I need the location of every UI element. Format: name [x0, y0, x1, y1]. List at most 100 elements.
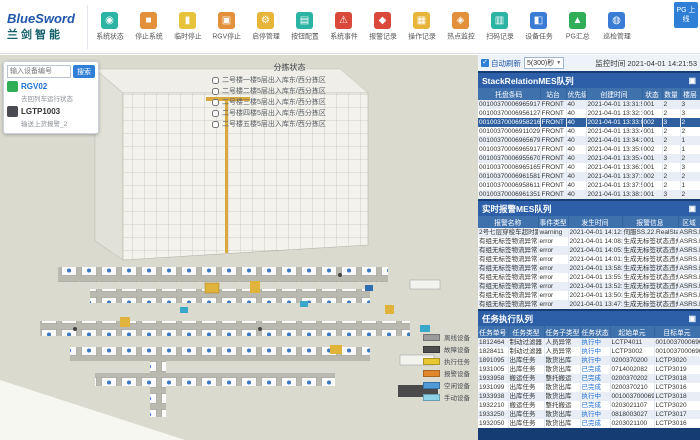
legend-row: 执行任务	[423, 356, 470, 366]
device-item[interactable]: RGV02	[7, 81, 95, 92]
toolbar-button-icon: ▲	[569, 12, 586, 29]
toolbar-button[interactable]: ⚙ 启停管理	[246, 12, 285, 42]
toolbar-button-label: 按钮配置	[291, 31, 319, 40]
table-row[interactable]: 0010037000695861132FRONT 402021-04-01 13…	[478, 181, 700, 190]
toolbar-button[interactable]: ◆ 报警记录	[363, 12, 402, 42]
device-item[interactable]: LGTP1003	[7, 106, 95, 117]
alarm-title-bar[interactable]: 实时报警MES队列 ▣	[478, 201, 700, 216]
table-row[interactable]: 有组无标签物流异常error 2021-04-01 14:05:17生成无标签状…	[478, 246, 700, 255]
table-row[interactable]: 1932050出库任务 散货出库已完成 0203021100LCTP3016	[478, 419, 700, 428]
refresh-interval-select[interactable]: 5(300)秒 ▼	[524, 57, 564, 69]
toolbar-button[interactable]: ▣ RGV停止	[207, 12, 246, 42]
toolbar-button[interactable]: ◍ 巡检管理	[597, 12, 636, 42]
legend-label: 报警设备	[444, 368, 470, 378]
table-row[interactable]: 1931099出库任务 散货出库已完成 0200370210LCTP3016	[478, 383, 700, 392]
stack-relation-title-bar[interactable]: StackRelationMES队列 ▣	[478, 73, 700, 88]
toolbar-button-label: 设备任务	[525, 31, 553, 40]
table-row[interactable]: 0010037000695612747FRONT 402021-04-01 13…	[478, 109, 700, 118]
table-row[interactable]: 1932210搬运任务 整托搬运已完成 0203021107LCTP3020	[478, 401, 700, 410]
toolbar-button[interactable]: ■ 停止系统	[129, 12, 168, 42]
toolbar-button[interactable]: ▥ 扫码记录	[480, 12, 519, 42]
toolbar-button-icon: ◆	[374, 12, 391, 29]
legend-label: 离线设备	[444, 332, 470, 342]
toolbar-button-label: 临时停止	[174, 31, 202, 40]
legend-row: 报警设备	[423, 368, 470, 378]
toolbar-button-label: PG汇总	[566, 31, 590, 40]
filter-checkbox[interactable]	[212, 77, 219, 84]
column-header: 任务类型	[508, 326, 544, 338]
toolbar-button-icon: ◈	[452, 12, 469, 29]
table-row[interactable]: 0010037000695821618FRONT 402021-04-01 13…	[478, 118, 700, 127]
collapse-icon[interactable]: ▣	[688, 204, 696, 213]
toolbar-button-label: 扫码记录	[486, 31, 514, 40]
toolbar-button-icon: ▤	[296, 12, 313, 29]
filter-option[interactable]: 二号楼五楼5层出入库东/西分拣区	[212, 119, 367, 129]
table-row[interactable]: 有组无标签物流异常error 2021-04-01 13:58:22生成无标签状…	[478, 264, 700, 273]
table-row[interactable]: 1812464制动过滤器 人员异常执行中 LCTP401100100370006…	[478, 338, 700, 347]
filter-option[interactable]: 二号楼四楼5层出入库东/西分拣区	[212, 108, 367, 118]
pg-status-tag[interactable]: PG 上线	[674, 2, 698, 28]
table-row[interactable]: 1891095出库任务 散货出库执行中 0200370200LCTP3020	[478, 356, 700, 365]
table-row[interactable]: 1828411制动过滤器 人员异常执行中 LCTP300200100370006…	[478, 347, 700, 356]
table-row[interactable]: 0010037000696591793FRONT 402021-04-01 13…	[478, 145, 700, 154]
table-row[interactable]: 有组无标签物流异常error 2021-04-01 14:01:46生成无标签状…	[478, 255, 700, 264]
brand-logo: BlueSword 兰剑智能	[0, 5, 88, 49]
table-row[interactable]: 2号七层穿梭车超时跟踪|RGV20Swarning 2021-04-01 14:…	[478, 228, 700, 237]
toolbar-button[interactable]: ◧ 设备任务	[519, 12, 558, 42]
auto-refresh-checkbox[interactable]: ✓ 自动刷新	[481, 58, 521, 69]
filter-checkbox[interactable]	[212, 99, 219, 106]
toolbar-button-icon: ▮	[179, 12, 196, 29]
table-row[interactable]: 0010037000696135132FRONT 402021-04-01 13…	[478, 190, 700, 199]
filter-checkbox[interactable]	[212, 121, 219, 128]
toolbar-button[interactable]: ⚠ 系统事件	[324, 12, 363, 42]
column-header: 任务单号	[478, 326, 508, 338]
column-header: 状态	[642, 88, 662, 100]
table-row[interactable]: 1931005出库任务 散货出库已完成 0714002082LCTP3019	[478, 365, 700, 374]
filter-checkbox[interactable]	[212, 88, 219, 95]
device-search-input[interactable]	[7, 65, 71, 78]
table-row[interactable]: 1933938出库任务 散货出库执行中 0010037000696002LCTP…	[478, 392, 700, 401]
task-queue-title-bar[interactable]: 任务执行队列 ▣	[478, 311, 700, 326]
table-row[interactable]: 0010037000696516514FRONT 402021-04-01 13…	[478, 163, 700, 172]
filter-option-label: 二号楼三楼5层出入库东/西分拣区	[222, 97, 326, 107]
toolbar-button[interactable]: ▦ 操作记录	[402, 12, 441, 42]
warehouse-3d-view[interactable]: 搜索 RGV02 去回列车运行状态 LGTP1003 输送上货报警_2 分拣状态	[0, 55, 478, 440]
column-header: 报警名称	[478, 216, 538, 228]
table-row[interactable]: 1933250出库任务 散货出库执行中 0818003027LCTP3017	[478, 410, 700, 419]
collapse-icon[interactable]: ▣	[688, 314, 696, 323]
filter-option[interactable]: 二号楼三楼5层出入库东/西分拣区	[212, 97, 367, 107]
toolbar-button-icon: ⚠	[335, 12, 352, 29]
table-row[interactable]: 有组无标签物流异常error 2021-04-01 14:08:31生成无标签状…	[478, 237, 700, 246]
toolbar-button[interactable]: ◈ 热点监控	[441, 12, 480, 42]
collapse-icon[interactable]: ▣	[688, 76, 696, 85]
column-header: 优先级	[566, 88, 586, 100]
toolbar-button[interactable]: ▲ PG汇总	[558, 12, 597, 42]
legend-color-chip	[423, 370, 440, 377]
filter-checkbox[interactable]	[212, 110, 219, 117]
filter-option[interactable]: 二号楼一楼5层出入库东/西分拣区	[212, 75, 367, 85]
table-row[interactable]: 0010037000696567970FRONT 402021-04-01 13…	[478, 136, 700, 145]
toolbar-button[interactable]: ▤ 按钮配置	[285, 12, 324, 42]
filter-option[interactable]: 二号楼二楼5层出入库东/西分拣区	[212, 86, 367, 96]
device-search-button[interactable]: 搜索	[73, 65, 95, 78]
task-queue-table: 任务单号任务类型任务子类型任务状态起始单元目标单元 1812464制动过滤器 人…	[478, 326, 700, 428]
monitor-panel: ✓ 自动刷新 5(300)秒 ▼ 监控时间 2021-04-01 14:21:5…	[478, 55, 700, 440]
table-row[interactable]: 有组无标签物流异常error 2021-04-01 13:55:09生成无标签状…	[478, 273, 700, 282]
toolbar-button[interactable]: ▮ 临时停止	[168, 12, 207, 42]
table-row[interactable]: 0010037000695567070FRONT 402021-04-01 13…	[478, 154, 700, 163]
table-row[interactable]: 有组无标签物流异常error 2021-04-01 13:47:18生成无标签状…	[478, 300, 700, 309]
stack-relation-section: StackRelationMES队列 ▣ 托盘条码站台优先级创建时间状态数量楼层…	[478, 73, 700, 199]
monitor-time: 监控时间 2021-04-01 14:21:53	[595, 58, 697, 69]
table-row[interactable]: 0010037000696591797FRONT 402021-04-01 13…	[478, 100, 700, 109]
toolbar-button-label: 操作记录	[408, 31, 436, 40]
filter-title: 分拣状态	[212, 62, 367, 73]
table-row[interactable]: 有组无标签物流异常error 2021-04-01 13:52:47生成无标签状…	[478, 282, 700, 291]
alarm-section: 实时报警MES队列 ▣ 报警名称事件类型发生时间报警信息区域 2号七层穿梭车超时…	[478, 201, 700, 309]
toolbar-button-icon: ▥	[491, 12, 508, 29]
legend-label: 空闲设备	[444, 380, 470, 390]
table-row[interactable]: 0010037000696158136FRONT 402021-04-01 13…	[478, 172, 700, 181]
toolbar-button[interactable]: ◉ 系统状态	[90, 12, 129, 42]
table-row[interactable]: 0010037000691102945FRONT 402021-04-01 13…	[478, 127, 700, 136]
table-row[interactable]: 1933958搬运任务 整托搬运已完成 0200370202LCTP3018	[478, 374, 700, 383]
table-row[interactable]: 有组无标签物流异常error 2021-04-01 13:50:31生成无标签状…	[478, 291, 700, 300]
